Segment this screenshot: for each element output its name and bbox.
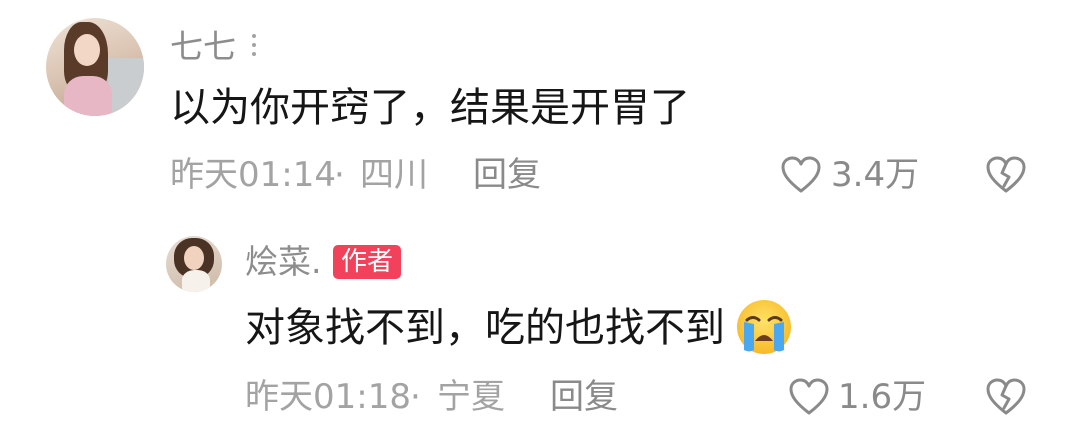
reply-text: 对象找不到，吃的也找不到 [245,305,725,351]
reply-button[interactable]: 回复 [550,380,618,414]
reply-timestamp: 昨天01:18 [245,377,411,417]
heart-outline-icon[interactable] [788,377,830,417]
reply-username[interactable]: 烩菜. [245,245,322,278]
like-count: 3.4万 [831,155,920,195]
broken-heart-icon[interactable] [985,155,1027,195]
meta-separator: · [410,377,421,417]
comment-username[interactable]: 七七 [170,30,236,63]
meta-separator: · [334,155,345,195]
reply-location: 宁夏 [437,377,505,417]
like-count: 1.6万 [838,377,927,417]
comment-timestamp: 昨天01:14 [170,155,336,195]
loudly-crying-face-icon [737,300,791,354]
author-badge: 作者 [333,245,402,279]
reply-button[interactable]: 回复 [473,158,541,192]
avatar[interactable] [166,236,222,292]
comment-text: 以为你开窍了，结果是开胃了 [170,85,690,131]
avatar[interactable] [46,18,144,116]
heart-outline-icon[interactable] [780,155,822,195]
more-vertical-icon[interactable] [250,30,258,60]
broken-heart-icon[interactable] [985,377,1027,417]
comment-location: 四川 [360,155,428,195]
